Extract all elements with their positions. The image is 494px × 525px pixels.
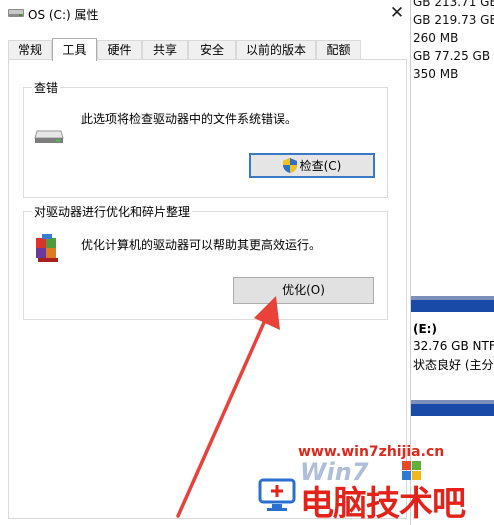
check-button-label: 检查(C) <box>299 159 342 173</box>
shield-icon <box>282 158 297 173</box>
optimize-group: 对驱动器进行优化和碎片整理 优化计算机的驱动器可以帮助其更高效运行。 优化(O) <box>23 203 388 320</box>
partition-bar <box>411 404 494 416</box>
watermark-url: www.win7zhijia.cn <box>298 444 445 460</box>
title-bar[interactable]: OS (C:) 属性 ✕ <box>0 0 410 28</box>
error-check-title: 查错 <box>32 79 61 96</box>
tab-quota[interactable]: 配额 <box>316 40 361 59</box>
tab-previous-versions[interactable]: 以前的版本 <box>236 40 316 59</box>
partition-bar <box>411 300 494 312</box>
size-row: 260 MB <box>413 31 459 45</box>
volume-label: (E:) <box>413 322 437 336</box>
volume-status: 状态良好 (主分区 <box>413 358 494 372</box>
tab-security[interactable]: 安全 <box>188 40 236 59</box>
tab-tools[interactable]: 工具 <box>52 38 97 61</box>
optimize-title: 对驱动器进行优化和碎片整理 <box>32 203 193 220</box>
drive-title-icon <box>8 9 24 17</box>
drive-icon <box>34 130 64 143</box>
tab-hardware[interactable]: 硬件 <box>97 40 142 59</box>
tab-sharing[interactable]: 共享 <box>142 40 188 59</box>
check-button[interactable]: 检查(C) <box>249 153 375 178</box>
computer-icon <box>258 478 296 511</box>
window-title: OS (C:) 属性 <box>28 8 99 22</box>
tab-general[interactable]: 常规 <box>8 40 52 59</box>
defrag-icon <box>36 234 58 262</box>
error-check-group: 查错 此选项将检查驱动器中的文件系统错误。 检查(C) <box>23 79 388 198</box>
size-row: GB 213.71 GB <box>413 0 494 9</box>
size-row: 350 MB <box>413 67 459 81</box>
size-row: GB 77.25 GB <box>413 49 491 63</box>
close-button[interactable]: ✕ <box>384 0 410 26</box>
size-row: GB 219.73 GB <box>413 13 494 27</box>
optimize-description: 优化计算机的驱动器可以帮助其更高效运行。 <box>81 238 322 252</box>
volume-size: 32.76 GB NTFS <box>413 339 494 353</box>
watermark-site-name: 电脑技术吧 <box>300 484 466 524</box>
error-check-description: 此选项将检查驱动器中的文件系统错误。 <box>81 112 298 126</box>
tab-strip: 常规 工具 硬件 共享 安全 以前的版本 配额 <box>8 38 408 61</box>
optimize-button[interactable]: 优化(O) <box>233 277 374 304</box>
